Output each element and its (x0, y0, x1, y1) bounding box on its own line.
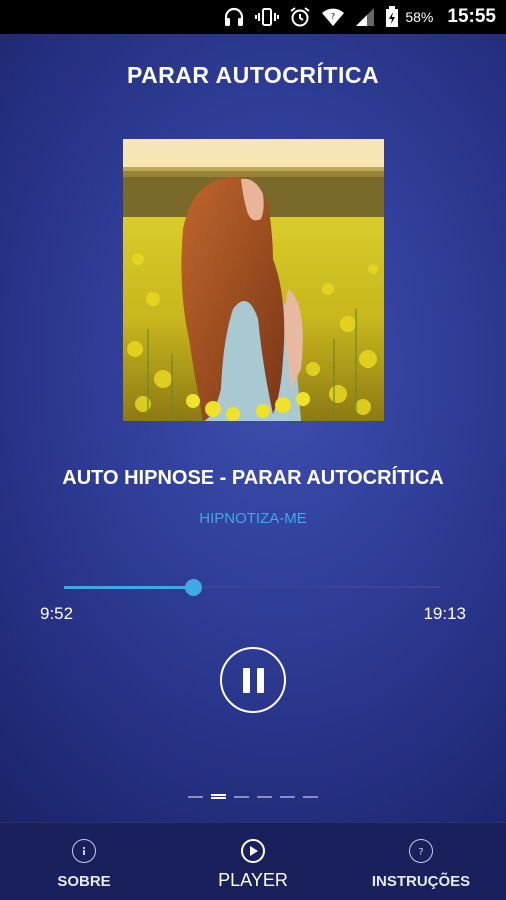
help-icon: ? (409, 839, 433, 863)
seek-thumb[interactable] (184, 579, 202, 596)
battery-percentage: 58% (405, 9, 434, 25)
info-icon (72, 839, 96, 863)
svg-text:?: ? (331, 12, 335, 21)
player-screen: PARAR AUTOCRÍTICA AUTO HIPNOSE - PARAR A… (0, 34, 506, 822)
wifi-icon: ? (321, 7, 345, 27)
nav-label: PLAYER (218, 870, 288, 890)
track-title: AUTO HIPNOSE - PARAR AUTOCRÍTICA (62, 467, 444, 489)
page-dot[interactable] (188, 795, 203, 798)
page-dot[interactable] (280, 795, 295, 798)
artist-name[interactable]: HIPNOTIZA-ME (0, 510, 506, 527)
headphones-icon (223, 7, 245, 27)
total-time: 19:13 (423, 604, 466, 623)
album-cover (123, 139, 384, 421)
battery-charging-icon (385, 6, 399, 28)
svg-text:?: ? (418, 847, 423, 858)
page-dot[interactable] (234, 795, 249, 798)
vibrate-icon (255, 7, 280, 27)
status-bar: ? 58% 15:55 (0, 0, 506, 34)
nav-label: INSTRUÇÕES (371, 873, 471, 890)
page-indicator (0, 794, 506, 799)
nav-item-instrucoes[interactable]: ? INSTRUÇÕES (361, 823, 481, 900)
play-icon (241, 839, 265, 863)
elapsed-time: 9:52 (40, 604, 74, 623)
pause-button[interactable] (220, 647, 286, 713)
page-dot[interactable] (257, 795, 272, 798)
bottom-navigation: SOBRE PLAYER ? INSTRUÇÕES (0, 822, 506, 900)
page-title: PARAR AUTOCRÍTICA (126, 62, 380, 88)
seek-progress (64, 586, 193, 589)
page-dot[interactable] (303, 795, 318, 798)
nav-item-player[interactable]: PLAYER (193, 823, 313, 900)
seek-bar[interactable] (64, 577, 440, 597)
pause-icon (242, 667, 250, 693)
pause-icon-bar (256, 667, 264, 693)
alarm-icon (289, 6, 311, 28)
page-dot[interactable] (211, 794, 226, 799)
cell-signal-icon (355, 7, 375, 27)
nav-item-sobre[interactable]: SOBRE (24, 823, 144, 900)
status-clock: 15:55 (447, 6, 496, 27)
nav-label: SOBRE (57, 873, 111, 890)
